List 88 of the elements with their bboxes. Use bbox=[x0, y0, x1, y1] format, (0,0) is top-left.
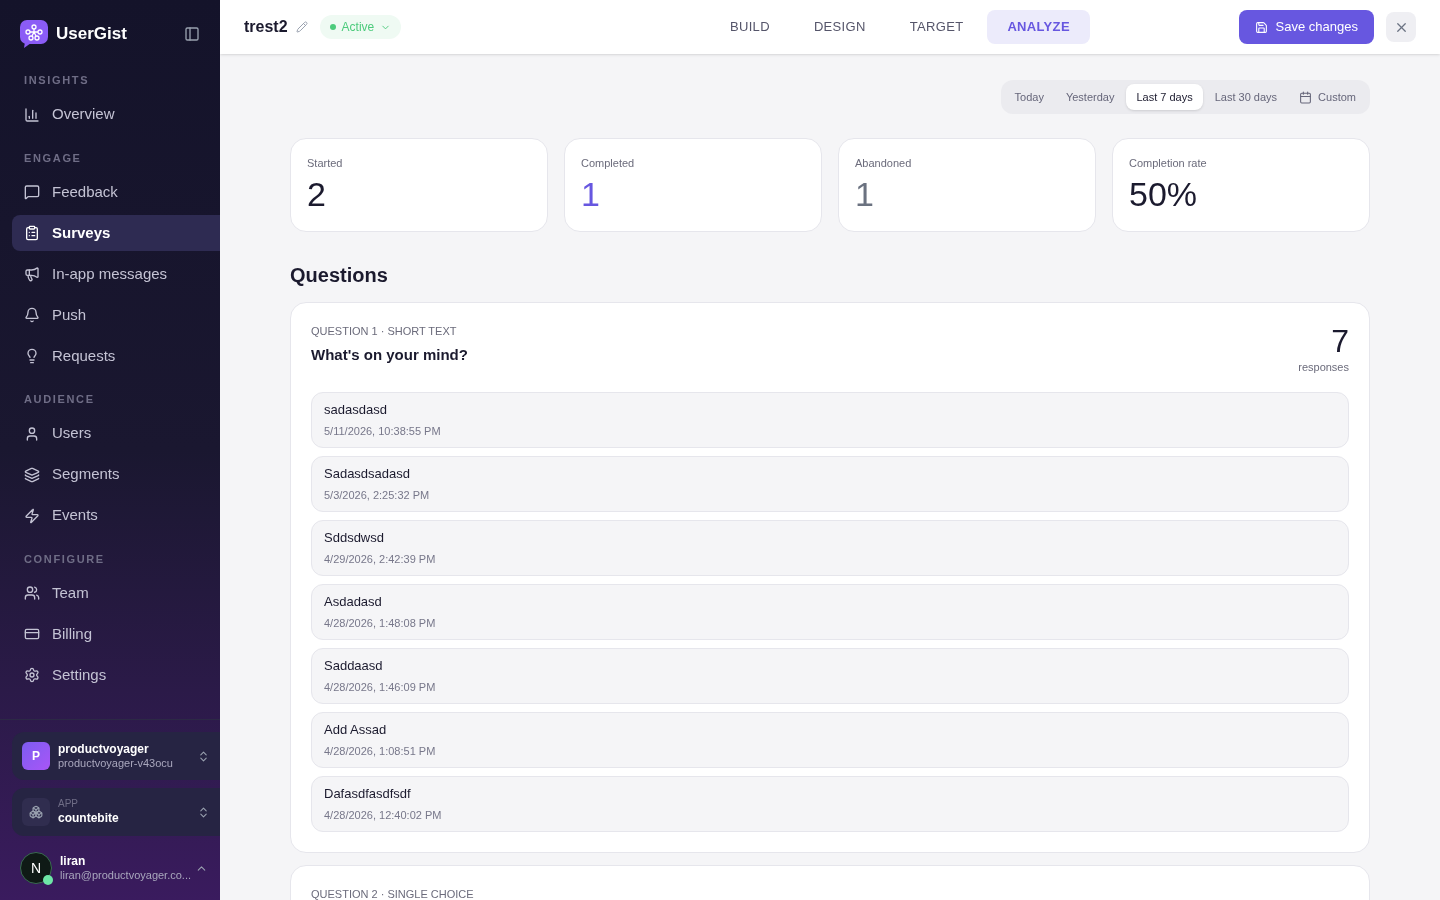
stat-value: 1 bbox=[855, 173, 875, 215]
stat-label: Completed bbox=[581, 156, 636, 171]
section-heading: ENGAGE bbox=[23, 150, 83, 166]
user-email: liran@productvoyager.co... bbox=[60, 869, 191, 883]
credit-card-icon bbox=[24, 626, 40, 642]
response-text: sadasdasd bbox=[324, 400, 388, 419]
workspace-avatar: P bbox=[22, 742, 50, 770]
workspace-slug: productvoyager-v43ocu bbox=[58, 757, 173, 771]
nav-item[interactable]: Users bbox=[12, 415, 220, 452]
logo-icon bbox=[20, 20, 48, 48]
user-name: liran bbox=[60, 853, 87, 870]
nav-item[interactable]: Segments bbox=[12, 456, 220, 493]
user-menu[interactable]: N liran liran@productvoyager.co... bbox=[12, 844, 220, 892]
lightning-icon bbox=[24, 507, 40, 524]
nav-item[interactable]: Requests bbox=[12, 338, 220, 374]
app-label: APP bbox=[58, 797, 79, 811]
date-range-option[interactable]: Custom bbox=[1289, 84, 1366, 110]
chevrons-icon bbox=[197, 805, 210, 819]
date-range-option[interactable]: Last 7 days bbox=[1126, 84, 1203, 110]
close-button[interactable] bbox=[1386, 12, 1416, 42]
response-count-label: responses bbox=[1298, 360, 1349, 375]
response-text: Add Assad bbox=[324, 720, 388, 739]
section-title: Questions bbox=[290, 263, 389, 288]
person-icon bbox=[24, 425, 40, 442]
question-text: What's on your mind? bbox=[311, 344, 468, 365]
stat-value: 1 bbox=[581, 173, 601, 215]
response-time: 4/28/2026, 12:40:02 PM bbox=[324, 808, 443, 823]
nav-item[interactable]: Team bbox=[12, 575, 220, 611]
stat-label: Completion rate bbox=[1129, 156, 1208, 171]
response-time: 4/28/2026, 1:08:51 PM bbox=[324, 744, 437, 759]
save-icon bbox=[1254, 20, 1268, 34]
response-text: Sddsdwsd bbox=[324, 528, 385, 547]
response-text: Dafasdfasdfsdf bbox=[324, 784, 412, 803]
nav-item[interactable]: Settings bbox=[12, 657, 220, 693]
response-text: Sadasdsadasd bbox=[324, 464, 411, 483]
response-count: 7 bbox=[1331, 323, 1349, 359]
tab[interactable]: BUILD bbox=[709, 10, 790, 44]
section-heading: INSIGHTS bbox=[23, 73, 91, 88]
settings-icon bbox=[24, 667, 40, 683]
date-range-option[interactable]: Today bbox=[1004, 84, 1054, 110]
calendar-icon bbox=[1299, 90, 1313, 104]
chevrons-icon bbox=[197, 749, 210, 763]
tab[interactable]: TARGET bbox=[889, 10, 984, 44]
survey-title: trest2 bbox=[244, 17, 288, 37]
stat-label: Abandoned bbox=[855, 156, 913, 171]
user-avatar: N bbox=[20, 852, 52, 884]
response-time: 4/29/2026, 2:42:39 PM bbox=[324, 552, 437, 567]
megaphone-icon bbox=[24, 266, 40, 282]
question-meta: QUESTION 1 · SHORT TEXT bbox=[311, 324, 458, 339]
workspace-switcher[interactable]: P productvoyager productvoyager-v43ocu bbox=[12, 732, 220, 780]
app-switcher[interactable]: APP countebite bbox=[12, 788, 220, 836]
save-button[interactable]: Save changes bbox=[1238, 10, 1374, 44]
response-time: 4/28/2026, 1:46:09 PM bbox=[324, 680, 437, 695]
chat-bubble-icon bbox=[24, 184, 40, 200]
section-heading: CONFIGURE bbox=[23, 551, 106, 567]
app-name: countebite bbox=[58, 810, 119, 827]
response-text: Saddaasd bbox=[324, 656, 384, 675]
nav-item[interactable]: Billing bbox=[12, 616, 220, 652]
nav-item[interactable]: Surveys bbox=[12, 215, 220, 251]
stat-label: Started bbox=[307, 156, 344, 171]
app-avatar bbox=[22, 798, 50, 826]
brand-name: UserGist bbox=[56, 23, 127, 46]
workspace-name: productvoyager bbox=[58, 741, 150, 758]
section-heading: AUDIENCE bbox=[23, 392, 96, 407]
stat-value: 50% bbox=[1129, 173, 1199, 215]
response-text: Asdadasd bbox=[324, 592, 383, 611]
nav-item[interactable]: Overview bbox=[12, 96, 220, 133]
lightbulb-icon bbox=[24, 348, 40, 364]
question-meta: QUESTION 2 · SINGLE CHOICE bbox=[311, 886, 474, 900]
nav-item[interactable]: Feedback bbox=[12, 174, 220, 210]
response-time: 5/3/2026, 2:25:32 PM bbox=[324, 488, 431, 503]
response-time: 5/11/2026, 10:38:55 PM bbox=[324, 424, 442, 439]
nav-item[interactable]: Push bbox=[12, 297, 220, 333]
nav-item[interactable]: Events bbox=[12, 497, 220, 534]
people-icon bbox=[24, 585, 40, 601]
layers-icon bbox=[24, 466, 40, 483]
tab[interactable]: DESIGN bbox=[793, 10, 886, 44]
date-range-option[interactable]: Last 30 days bbox=[1204, 84, 1288, 110]
stat-value: 2 bbox=[307, 173, 327, 215]
chart-icon bbox=[24, 106, 40, 123]
bell-icon bbox=[24, 307, 40, 323]
tab[interactable]: ANALYZE bbox=[987, 10, 1090, 44]
response-time: 4/28/2026, 1:48:08 PM bbox=[324, 616, 437, 631]
nav-item[interactable]: In-app messages bbox=[12, 256, 220, 292]
collapse-sidebar-icon[interactable] bbox=[184, 26, 200, 42]
pencil-icon[interactable] bbox=[295, 21, 308, 33]
date-range-option[interactable]: Yesterday bbox=[1055, 84, 1125, 110]
clipboard-icon bbox=[24, 225, 40, 241]
